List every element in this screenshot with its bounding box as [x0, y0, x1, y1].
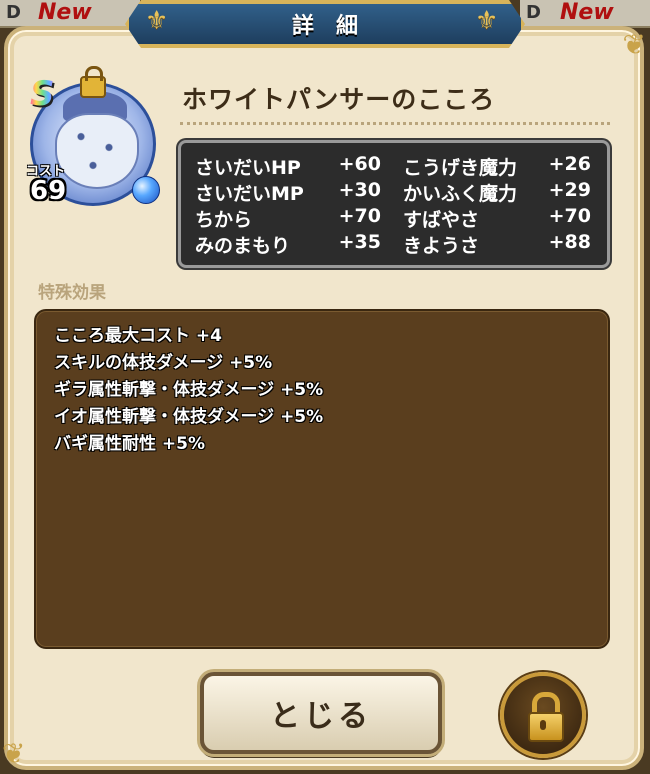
stat-value: +29: [548, 179, 591, 201]
keyhole: [540, 720, 546, 730]
new-badge: New: [38, 0, 92, 25]
item-name: ホワイトパンサーのこころ: [182, 85, 496, 114]
stat-value: +70: [338, 205, 381, 227]
stat-row: みのまもり +35 きようさ +88: [181, 231, 607, 257]
background-card-right: D New: [520, 0, 650, 28]
cost-value: 69: [30, 176, 67, 206]
new-badge: New: [560, 0, 614, 25]
page-title: 詳細: [291, 14, 380, 39]
stat-value: +26: [548, 153, 591, 175]
fleur-de-lis-icon: ⚜: [475, 6, 499, 36]
effect-line: バギ属性耐性 +5%: [54, 434, 206, 454]
stat-value: +60: [338, 153, 381, 175]
rank-badge: S: [30, 74, 55, 114]
stat-name: すばやさ: [403, 209, 480, 231]
stat-name: みのまもり: [195, 235, 291, 257]
stat-name: さいだいHP: [195, 157, 301, 179]
close-button[interactable]: とじる: [200, 672, 442, 754]
close-button-label: とじる: [270, 699, 372, 734]
stat-name: さいだいMP: [195, 183, 304, 205]
stat-row: ちから +70 すばやさ +70: [181, 205, 607, 231]
ornament-corner-icon: ❦: [2, 737, 26, 770]
effect-line: イオ属性斬撃・体技ダメージ +5%: [54, 407, 324, 427]
title-ribbon: 詳細: [125, 0, 525, 48]
fleur-de-lis-icon: ⚜: [145, 6, 169, 36]
stat-value: +88: [548, 231, 591, 253]
portrait-face: [55, 113, 139, 189]
stat-name: きようさ: [403, 235, 480, 257]
stat-row: さいだいMP +30 かいふく魔力 +29: [181, 179, 607, 205]
stat-name: こうげき魔力: [403, 157, 518, 179]
blue-orb-icon: [132, 176, 160, 204]
effect-line: ギラ属性斬撃・体技ダメージ +5%: [54, 380, 324, 400]
stats-box: さいだいHP +60 こうげき魔力 +26 さいだいMP +30 かいふく魔力 …: [178, 140, 610, 268]
card-letter: D: [526, 2, 541, 23]
lock-icon: [528, 712, 564, 742]
effect-line: スキルの体技ダメージ +5%: [54, 353, 273, 373]
stat-value: +35: [338, 231, 381, 253]
ornament-corner-icon: ❦: [622, 28, 646, 61]
dotted-divider: [180, 122, 610, 125]
card-letter: D: [6, 2, 21, 23]
lock-button[interactable]: [500, 672, 586, 758]
stat-name: かいふく魔力: [403, 183, 518, 205]
stat-value: +70: [548, 205, 591, 227]
lock-icon: [80, 66, 106, 98]
stat-name: ちから: [195, 209, 253, 231]
effect-line: こころ最大コスト +4: [54, 326, 222, 346]
background-card-left: D New: [0, 0, 140, 28]
stat-value: +30: [338, 179, 381, 201]
stat-row: さいだいHP +60 こうげき魔力 +26: [181, 153, 607, 179]
special-effects-box: こころ最大コスト +4 スキルの体技ダメージ +5% ギラ属性斬撃・体技ダメージ…: [34, 309, 610, 649]
special-effects-label: 特殊効果: [38, 283, 106, 303]
